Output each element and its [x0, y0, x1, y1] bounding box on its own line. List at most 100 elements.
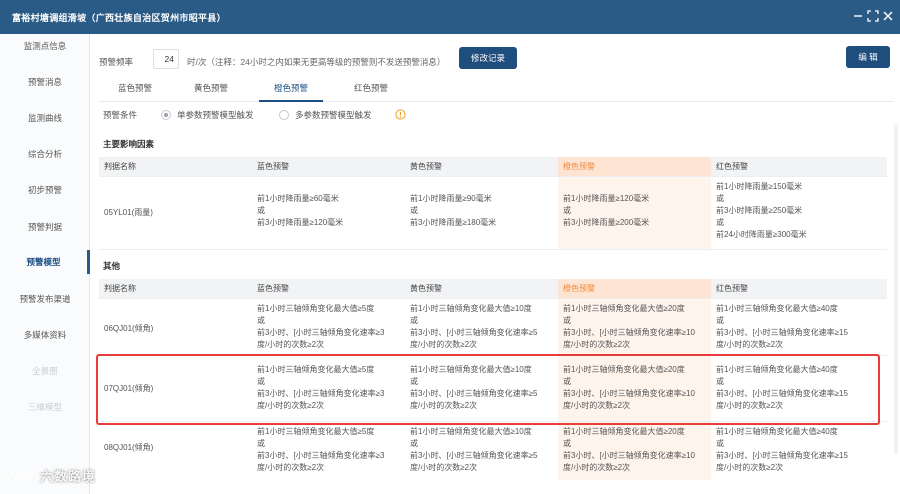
line: 或: [716, 439, 724, 448]
sidebar-item-panorama: 全景图: [32, 366, 58, 376]
minimize-icon[interactable]: [852, 10, 864, 22]
line: 前3小时、[小时三轴倾角变化速率≥5: [410, 389, 538, 398]
radio-single-param[interactable]: [161, 110, 171, 120]
line: 前3小时降雨量≥250毫米: [716, 206, 803, 215]
info-circle-icon: [395, 109, 406, 122]
table-header: 判据名称 蓝色预警 黄色预警 橙色预警 红色预警: [99, 157, 887, 177]
sidebar-item-warning-model[interactable]: 预警模型: [0, 250, 90, 274]
modify-log-button[interactable]: 修改记录: [459, 47, 517, 69]
cell-orange: 前1小时三轴倾角变化最大值≥20度 或 前3小时、[小时三轴倾角变化速率≥10 …: [558, 356, 711, 421]
cell-blue: 前1小时三轴倾角变化最大值≥5度 或 前3小时、[小时三轴倾角变化速率≥3 度/…: [252, 422, 405, 480]
line: 前3小时、[小时三轴倾角变化速率≥10: [563, 451, 695, 460]
cell-orange: 前1小时三轴倾角变化最大值≥20度 或 前3小时、[小时三轴倾角变化速率≥10 …: [558, 422, 711, 480]
freq-input[interactable]: [153, 49, 179, 69]
line: 或: [716, 316, 724, 325]
line: 度/小时的次数≥2次: [410, 463, 478, 472]
line: 度/小时的次数≥2次: [410, 401, 478, 410]
expand-icon[interactable]: [867, 10, 879, 22]
cell-yellow: 前1小时三轴倾角变化最大值≥10度 或 前3小时、[小时三轴倾角变化速率≥5 度…: [405, 422, 558, 480]
watermark-logo-icon: [6, 466, 36, 484]
line: 或: [563, 439, 571, 448]
line: 或: [563, 206, 571, 215]
line: 前1小时降雨量≥150毫米: [716, 182, 803, 191]
header-name: 判据名称: [104, 284, 136, 293]
line: 前1小时三轴倾角变化最大值≥20度: [563, 304, 685, 313]
cell-blue: 前1小时降雨量≥60毫米 或 前3小时降雨量≥120毫米: [252, 177, 405, 249]
sidebar-item-3d-model: 三维模型: [27, 402, 62, 412]
line: 或: [410, 316, 418, 325]
sidebar-item-multimedia[interactable]: 多媒体资料: [0, 323, 90, 347]
header-yellow: 黄色预警: [410, 162, 442, 171]
line: 或: [716, 218, 724, 227]
sidebar-item-warning-messages[interactable]: 预警消息: [0, 70, 90, 94]
table-header: 判据名称 蓝色预警 黄色预警 橙色预警 红色预警: [99, 279, 887, 299]
line: 前3小时降雨量≥120毫米: [257, 218, 344, 227]
warning-level-tabs: 蓝色预警 黄色预警 橙色预警 红色预警: [99, 76, 894, 102]
sidebar-item-analysis[interactable]: 综合分析: [0, 142, 90, 166]
line: 度/小时的次数≥2次: [716, 340, 784, 349]
line: 或: [716, 194, 724, 203]
edit-button[interactable]: 编 辑: [846, 46, 890, 68]
line: 前1小时三轴倾角变化最大值≥20度: [563, 365, 685, 374]
tab-blue[interactable]: 蓝色预警: [103, 76, 167, 102]
line: 前3小时、[小时三轴倾角变化速率≥5: [410, 328, 538, 337]
section-main-factors: 主要影响因素: [103, 139, 155, 149]
table-row: 06QJ01(倾角) 前1小时三轴倾角变化最大值≥5度 或 前3小时、[小时三轴…: [99, 299, 887, 356]
line: 前1小时三轴倾角变化最大值≥20度: [563, 427, 685, 436]
radio-single-param-label[interactable]: 单参数预警模型触发: [177, 109, 254, 121]
main-panel: 预警频率 时/次（注释：24小时之内如果无更高等级的预警则不发送预警消息） 修改…: [91, 34, 900, 494]
line: 前3小时、[小时三轴倾角变化速率≥15: [716, 389, 848, 398]
condition-label: 预警条件: [103, 110, 138, 120]
header-name: 判据名称: [104, 162, 136, 171]
scrollbar[interactable]: [894, 124, 898, 454]
close-icon[interactable]: [882, 10, 894, 22]
tab-red[interactable]: 红色预警: [339, 76, 403, 102]
line: 前3小时降雨量≥200毫米: [563, 218, 650, 227]
line: 前3小时、[小时三轴倾角变化速率≥15: [716, 451, 848, 460]
radio-multi-param-label[interactable]: 多参数预警模型触发: [295, 109, 372, 121]
line: 前1小时三轴倾角变化最大值≥5度: [257, 365, 375, 374]
line: 度/小时的次数≥2次: [563, 340, 631, 349]
radio-multi-param[interactable]: [279, 110, 289, 120]
window-title: 富裕村塘调组滑坡（广西壮族自治区贺州市昭平县）: [12, 13, 226, 23]
freq-label: 预警频率: [99, 57, 134, 67]
line: 前1小时三轴倾角变化最大值≥5度: [257, 304, 375, 313]
header-red: 红色预警: [716, 162, 748, 171]
line: 前1小时三轴倾角变化最大值≥10度: [410, 365, 532, 374]
sidebar-item-initial-warning[interactable]: 初步预警: [0, 178, 90, 202]
line: 或: [257, 377, 265, 386]
cell-red: 前1小时降雨量≥150毫米 或 前3小时降雨量≥250毫米 或 前24小时降雨量…: [711, 177, 887, 249]
cell-orange: 前1小时降雨量≥120毫米 或 前3小时降雨量≥200毫米: [558, 177, 711, 249]
watermark-text: 六数路境: [40, 469, 97, 484]
header-yellow: 黄色预警: [410, 284, 442, 293]
header-red: 红色预警: [716, 284, 748, 293]
cell-red: 前1小时三轴倾角变化最大值≥40度 或 前3小时、[小时三轴倾角变化速率≥15 …: [711, 422, 887, 480]
line: 前1小时三轴倾角变化最大值≥40度: [716, 304, 838, 313]
sidebar-item-monitor-info[interactable]: 监测点信息: [0, 34, 90, 58]
header-orange: 橙色预警: [558, 157, 711, 176]
table-row: 07QJ01(倾角) 前1小时三轴倾角变化最大值≥5度 或 前3小时、[小时三轴…: [99, 356, 887, 422]
sidebar-item-monitor-curve[interactable]: 监测曲线: [0, 106, 90, 130]
line: 或: [563, 316, 571, 325]
row-name: 08QJ01(倾角): [104, 443, 154, 452]
table-row: 05YL01(雨量) 前1小时降雨量≥60毫米 或 前3小时降雨量≥120毫米 …: [99, 177, 887, 250]
line: 或: [410, 439, 418, 448]
row-name: 06QJ01(倾角): [104, 324, 154, 333]
line: 前1小时降雨量≥90毫米: [410, 194, 492, 203]
line: 度/小时的次数≥2次: [257, 463, 325, 472]
line: 前24小时降雨量≥300毫米: [716, 230, 807, 239]
line: 或: [563, 377, 571, 386]
row-name: 05YL01(雨量): [104, 208, 153, 217]
line: 前3小时、[小时三轴倾角变化速率≥5: [410, 451, 538, 460]
line: 前1小时三轴倾角变化最大值≥10度: [410, 427, 532, 436]
cell-red: 前1小时三轴倾角变化最大值≥40度 或 前3小时、[小时三轴倾角变化速率≥15 …: [711, 299, 887, 355]
line: 前3小时、[小时三轴倾角变化速率≥3: [257, 451, 385, 460]
line: 前3小时、[小时三轴倾角变化速率≥3: [257, 328, 385, 337]
line: 度/小时的次数≥2次: [257, 340, 325, 349]
sidebar-item-criteria[interactable]: 预警判据: [0, 215, 90, 239]
tab-orange[interactable]: 橙色预警: [259, 76, 323, 102]
sidebar-nav: 监测点信息 预警消息 监测曲线 综合分析 初步预警 预警判据 预警模型 预警发布…: [0, 34, 90, 494]
window-titlebar: 富裕村塘调组滑坡（广西壮族自治区贺州市昭平县）: [0, 0, 900, 34]
tab-yellow[interactable]: 黄色预警: [179, 76, 243, 102]
sidebar-item-publish-channel[interactable]: 预警发布渠道: [0, 287, 90, 311]
